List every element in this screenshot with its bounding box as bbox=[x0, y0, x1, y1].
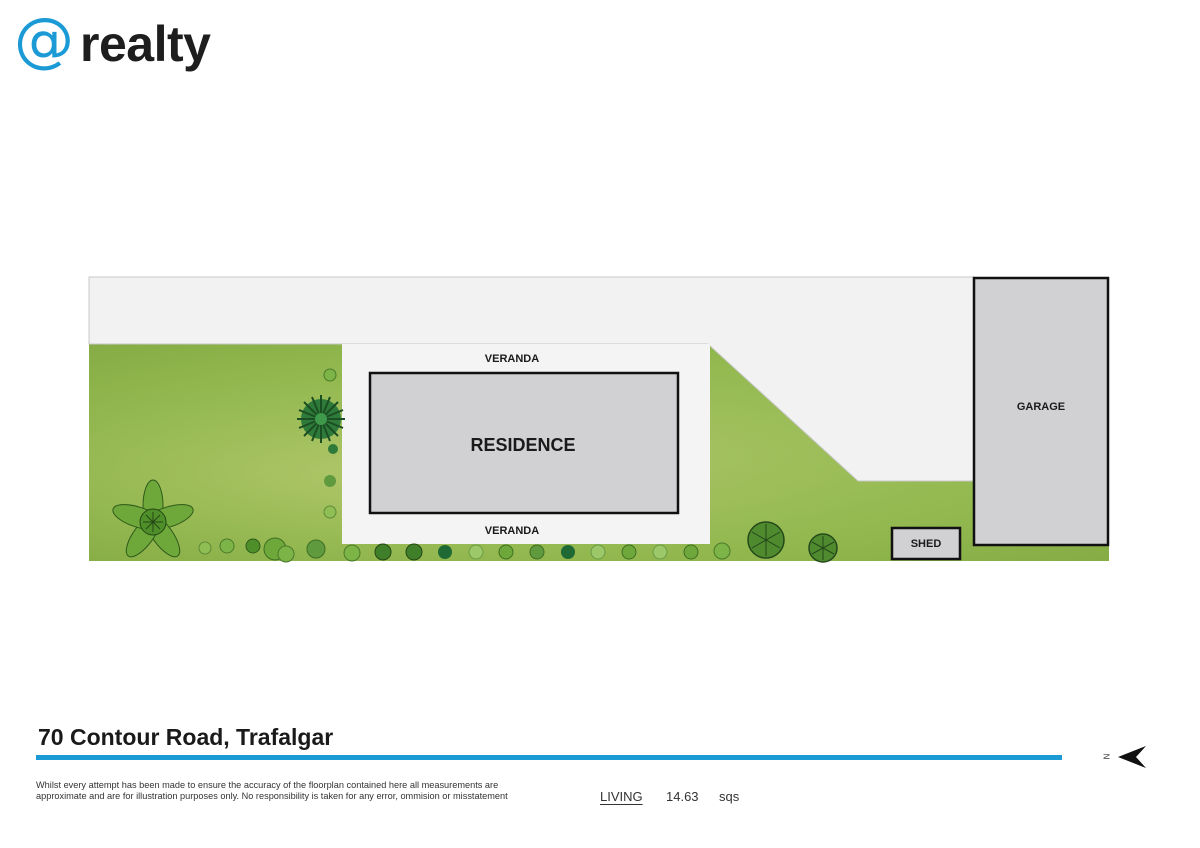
accent-rule bbox=[36, 755, 1062, 760]
palm-plant-icon bbox=[297, 395, 345, 443]
disclaimer-text: Whilst every attempt has been made to en… bbox=[36, 780, 508, 802]
garage-label: GARAGE bbox=[1017, 401, 1065, 413]
veranda-top-label: VERANDA bbox=[485, 353, 539, 365]
round-tree-icon bbox=[747, 521, 785, 559]
area-label: LIVING bbox=[600, 789, 643, 804]
area-unit: sqs bbox=[719, 789, 740, 804]
shed-label: SHED bbox=[911, 538, 942, 550]
site-plan: RESIDENCE VERANDA VERANDA GARAGE SHED bbox=[88, 276, 1110, 563]
veranda-bottom-label: VERANDA bbox=[485, 525, 539, 537]
residence-label: RESIDENCE bbox=[470, 435, 575, 455]
north-arrow-icon: N bbox=[1102, 744, 1148, 770]
area-value: 14.63 bbox=[666, 789, 699, 804]
property-address: 70 Contour Road, Trafalgar bbox=[38, 724, 334, 750]
round-tree-icon bbox=[808, 533, 838, 563]
